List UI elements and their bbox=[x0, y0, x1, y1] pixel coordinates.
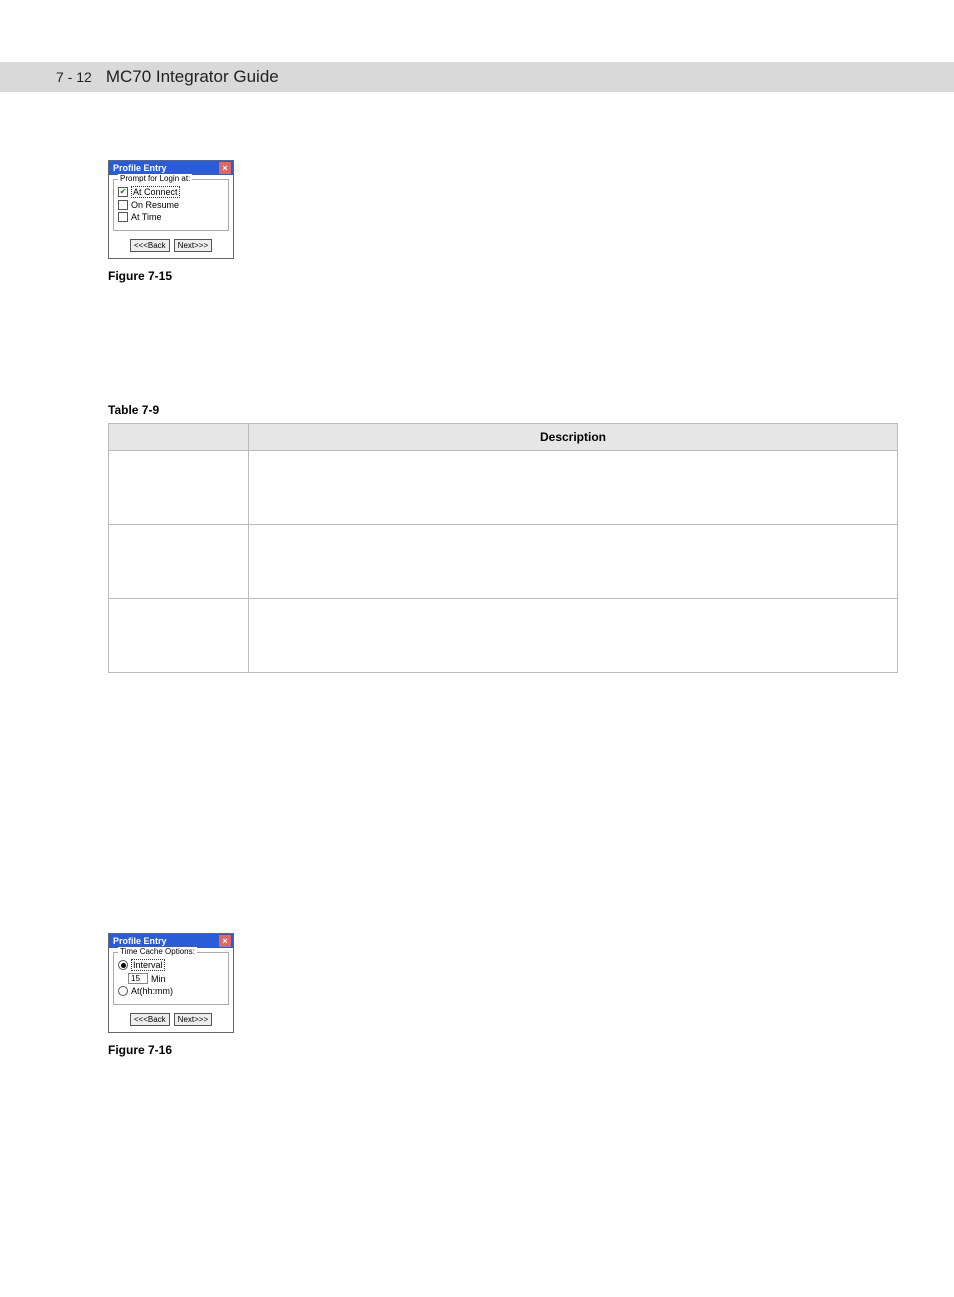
checkbox-icon[interactable] bbox=[118, 212, 128, 222]
col-2-header: Description bbox=[249, 424, 898, 451]
profile-entry-window: Profile Entry × Prompt for Login at: ✔ A… bbox=[108, 160, 234, 259]
radio-icon[interactable] bbox=[118, 986, 128, 996]
nav-buttons: <<<Back Next>>> bbox=[109, 235, 233, 258]
interval-input[interactable]: 15 bbox=[128, 973, 148, 984]
window-title: Profile Entry bbox=[113, 936, 167, 946]
min-label: Min bbox=[151, 974, 166, 984]
table-caption: Table 7-9 bbox=[108, 403, 898, 417]
table-cell bbox=[109, 599, 249, 673]
nav-buttons: <<<Back Next>>> bbox=[109, 1009, 233, 1032]
page-header: 7 - 12 MC70 Integrator Guide bbox=[0, 62, 954, 92]
at-time-row[interactable]: At Time bbox=[118, 212, 224, 222]
radio-icon[interactable] bbox=[118, 960, 128, 970]
checkbox-icon[interactable]: ✔ bbox=[118, 187, 128, 197]
window-titlebar: Profile Entry × bbox=[109, 934, 233, 948]
interval-row[interactable]: Interval bbox=[118, 959, 224, 971]
close-icon[interactable]: × bbox=[219, 935, 231, 947]
at-time-label: At Time bbox=[131, 212, 162, 222]
interval-label: Interval bbox=[131, 959, 165, 971]
window-title: Profile Entry bbox=[113, 163, 167, 173]
next-button[interactable]: Next>>> bbox=[174, 1013, 212, 1026]
on-resume-label: On Resume bbox=[131, 200, 179, 210]
table-cell bbox=[109, 451, 249, 525]
back-button[interactable]: <<<Back bbox=[130, 1013, 170, 1026]
window-titlebar: Profile Entry × bbox=[109, 161, 233, 175]
back-button[interactable]: <<<Back bbox=[130, 239, 170, 252]
page-number: 7 - 12 bbox=[56, 69, 92, 85]
col-1-header bbox=[109, 424, 249, 451]
doc-title: MC70 Integrator Guide bbox=[106, 67, 279, 87]
table-cell bbox=[249, 451, 898, 525]
at-hhmm-label: At(hh:mm) bbox=[131, 986, 173, 996]
group-label: Time Cache Options: bbox=[118, 947, 197, 956]
close-icon[interactable]: × bbox=[219, 162, 231, 174]
checkbox-icon[interactable] bbox=[118, 200, 128, 210]
interval-value-row: 15 Min bbox=[128, 973, 224, 984]
figure-caption: Figure 7-15 bbox=[108, 269, 898, 283]
figure-7-15: Profile Entry × Prompt for Login at: ✔ A… bbox=[108, 160, 898, 283]
on-resume-row[interactable]: On Resume bbox=[118, 200, 224, 210]
group-label: Prompt for Login at: bbox=[118, 174, 192, 183]
description-table: Description bbox=[108, 423, 898, 673]
next-button[interactable]: Next>>> bbox=[174, 239, 212, 252]
time-cache-group: Time Cache Options: Interval 15 Min At(h… bbox=[113, 952, 229, 1005]
table-cell bbox=[249, 599, 898, 673]
table-cell bbox=[249, 525, 898, 599]
at-time-row[interactable]: At(hh:mm) bbox=[118, 986, 224, 996]
at-connect-label: At Connect bbox=[131, 186, 180, 198]
figure-7-16: Profile Entry × Time Cache Options: Inte… bbox=[108, 933, 898, 1057]
figure-caption: Figure 7-16 bbox=[108, 1043, 898, 1057]
prompt-login-group: Prompt for Login at: ✔ At Connect On Res… bbox=[113, 179, 229, 231]
table-cell bbox=[109, 525, 249, 599]
at-connect-row[interactable]: ✔ At Connect bbox=[118, 186, 224, 198]
profile-entry-window: Profile Entry × Time Cache Options: Inte… bbox=[108, 933, 234, 1033]
